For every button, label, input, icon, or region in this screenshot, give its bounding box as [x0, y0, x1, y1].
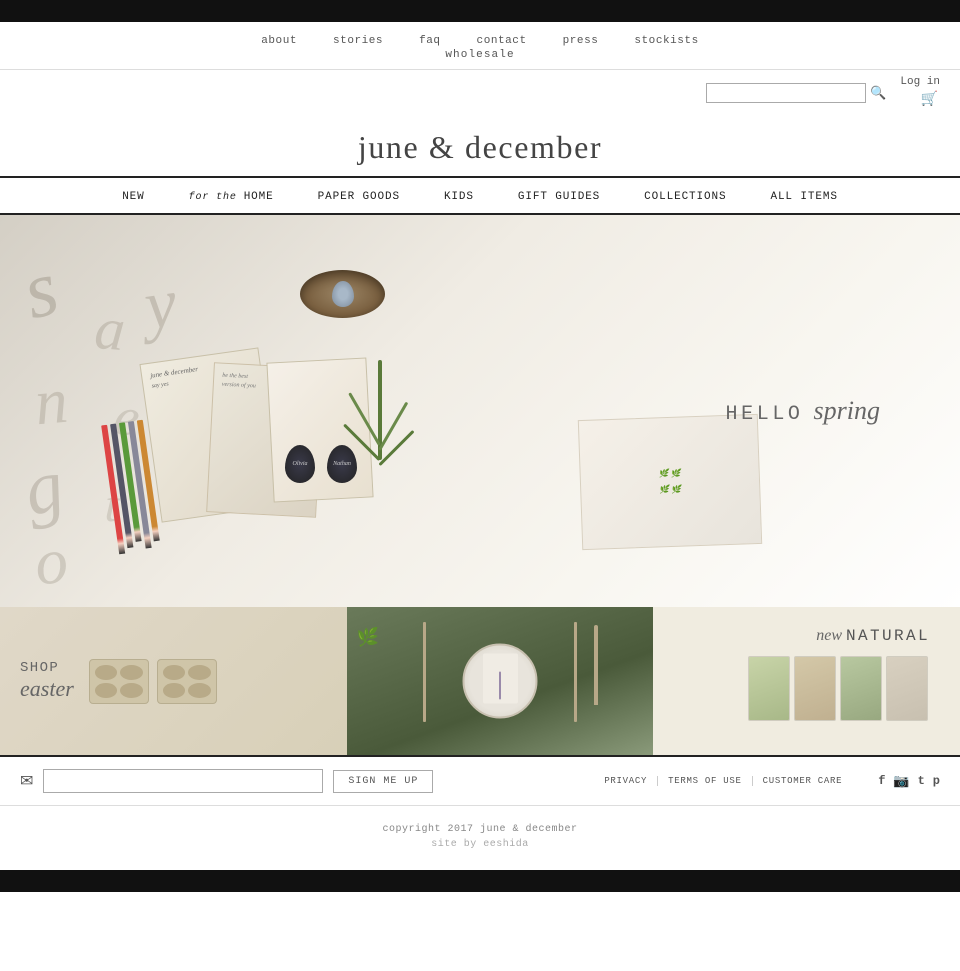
main-nav-all[interactable]: ALL ITEMS — [748, 189, 859, 205]
copyright-text: copyright 2017 june & december — [0, 824, 960, 835]
spoon-icon — [594, 625, 598, 705]
footer-terms[interactable]: TERMS OF USE — [658, 776, 752, 786]
facebook-icon[interactable]: f — [878, 774, 885, 788]
footer-privacy[interactable]: PRIVACY — [594, 776, 658, 786]
hero-nest — [300, 270, 385, 318]
shop-label: SHOP — [20, 660, 74, 676]
social-icons: f 📷 t p — [878, 773, 940, 789]
nav-wholesale[interactable]: wholesale — [0, 49, 960, 65]
easter-text: SHOP easter — [20, 660, 74, 702]
main-nav-paper[interactable]: PAPER GOODS — [296, 189, 422, 205]
main-nav-links: NEW for the HOME PAPER GOODS KIDS GIFT G… — [100, 189, 860, 205]
login-cart-area: Log in 🛒 — [900, 76, 940, 109]
main-nav-gifts[interactable]: GIFT GUIDES — [496, 189, 622, 205]
nav-faq[interactable]: FAQ — [401, 33, 458, 49]
swatch-1 — [748, 656, 790, 721]
pinterest-icon[interactable]: p — [933, 774, 940, 788]
nest-egg — [332, 281, 354, 307]
search-button[interactable]: 🔍 — [866, 83, 890, 103]
site-by-text: site by eeshida — [0, 839, 960, 850]
knife-icon — [574, 622, 577, 722]
natural-label: NATURAL — [846, 627, 930, 645]
swatch-3 — [840, 656, 882, 721]
hero-text: HELLO spring — [726, 396, 880, 426]
top-bar — [0, 0, 960, 22]
hero-fern-print: 🌿 🌿🌿 🌿 — [578, 414, 762, 550]
main-nav-new[interactable]: NEW — [100, 189, 166, 205]
nav-about[interactable]: about — [243, 33, 315, 49]
main-nav-kids[interactable]: KIDS — [422, 189, 496, 205]
footer-care[interactable]: CUSTOMER CARE — [753, 776, 853, 786]
main-nav-collections[interactable]: COLLECTIONS — [622, 189, 748, 205]
fork-icon — [423, 622, 426, 722]
footer-links: PRIVACY TERMS OF USE CUSTOMER CARE — [594, 776, 852, 786]
egg-carton-1 — [89, 659, 149, 704]
hero-banner: s a y n e g t o june & decembersay yes b… — [0, 215, 960, 607]
egg-carton-2 — [157, 659, 217, 704]
hero-hello: HELLO spring — [726, 396, 880, 426]
search-input[interactable] — [706, 83, 866, 103]
cards-section: SHOP easter — [0, 607, 960, 755]
natural-card[interactable]: new NATURAL — [653, 607, 960, 755]
easter-label: easter — [20, 676, 74, 702]
email-input[interactable] — [43, 769, 323, 793]
main-nav: NEW for the HOME PAPER GOODS KIDS GIFT G… — [0, 176, 960, 215]
newsletter-bar: ✉ SIGN ME UP PRIVACY TERMS OF USE CUSTOM… — [0, 755, 960, 806]
swatch-4 — [886, 656, 928, 721]
easter-card[interactable]: SHOP easter — [0, 607, 347, 755]
nav-bar: about stories FAQ contact press stockist… — [0, 22, 960, 70]
mail-icon: ✉ — [20, 771, 33, 791]
main-nav-home[interactable]: for the HOME — [167, 189, 296, 205]
nav-press[interactable]: press — [545, 33, 617, 49]
site-logo[interactable]: june & december — [0, 129, 960, 166]
natural-text: new NATURAL — [816, 627, 930, 645]
signup-button[interactable]: SIGN ME UP — [333, 770, 433, 793]
top-actions: 🔍 Log in 🛒 — [0, 70, 960, 115]
cart-button[interactable]: 🛒 — [919, 88, 940, 109]
twitter-icon[interactable]: t — [918, 774, 925, 788]
search-form: 🔍 — [706, 83, 890, 103]
nav-contact[interactable]: contact — [459, 33, 545, 49]
new-label: new — [816, 627, 842, 644]
egg-cartons — [89, 659, 217, 704]
table-card[interactable]: 🌿 — [347, 607, 654, 755]
nav-stockists[interactable]: stockists — [616, 33, 716, 49]
logo-area: june & december — [0, 115, 960, 176]
table-greenery: 🌿 — [357, 627, 379, 648]
nav-stories[interactable]: stories — [315, 33, 401, 49]
swatch-2 — [794, 656, 836, 721]
footer-bottom: copyright 2017 june & december site by e… — [0, 806, 960, 870]
lavender-icon — [499, 672, 501, 700]
top-nav: about stories FAQ contact press stockist… — [243, 33, 717, 49]
plate — [463, 644, 538, 719]
login-link[interactable]: Log in — [900, 76, 940, 88]
fabric-swatches — [730, 629, 945, 747]
napkin — [483, 654, 518, 704]
bottom-bar — [0, 870, 960, 892]
hero-chalk-eggs: Olivia Nathan — [285, 445, 357, 483]
instagram-icon[interactable]: 📷 — [893, 773, 909, 789]
